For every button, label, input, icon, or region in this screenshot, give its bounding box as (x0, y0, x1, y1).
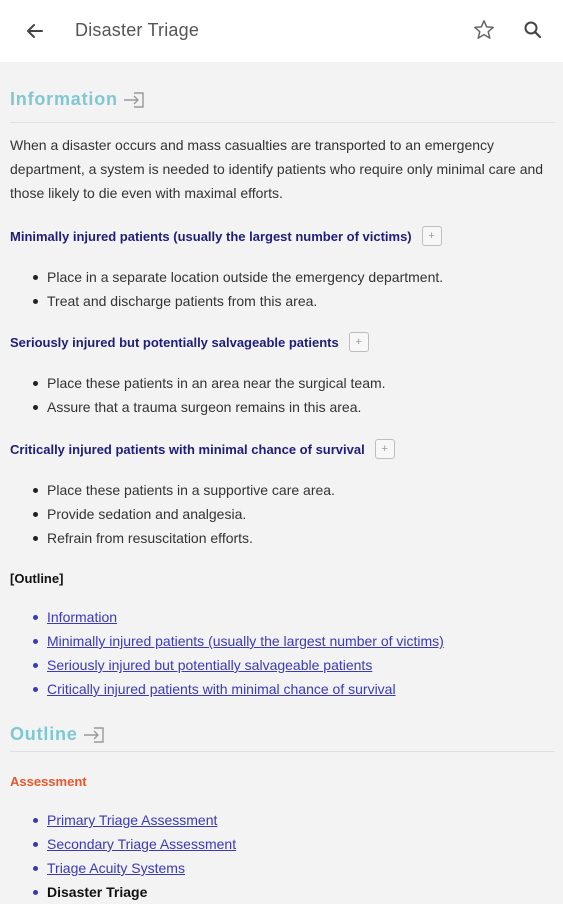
list-item: Primary Triage Assessment (10, 808, 236, 832)
favorite-button[interactable] (471, 17, 497, 43)
subheading-seriously-injured: Seriously injured but potentially salvag… (10, 332, 369, 352)
section-heading-label: Information (10, 89, 118, 109)
expand-button[interactable]: + (421, 226, 442, 246)
jump-icon (83, 726, 104, 743)
search-icon (524, 21, 542, 39)
outline-label: [Outline] (10, 571, 64, 586)
app-bar: Disaster Triage (0, 0, 563, 62)
bullet-list: Place these patients in a supportive car… (10, 478, 335, 550)
subheading-label: Critically injured patients with minimal… (10, 441, 365, 457)
list-item: Treat and discharge patients from this a… (10, 289, 443, 313)
outline-link-seriously-injured[interactable]: Seriously injured but potentially salvag… (47, 657, 372, 673)
subheading-label: Minimally injured patients (usually the … (10, 228, 412, 244)
list-item: Assure that a trauma surgeon remains in … (10, 395, 386, 419)
section-heading-label: Outline (10, 724, 78, 744)
jump-to-outline-button[interactable] (82, 725, 108, 745)
list-item: Place these patients in a supportive car… (10, 478, 335, 502)
expand-button[interactable]: + (348, 332, 369, 352)
subheading-minimally-injured: Minimally injured patients (usually the … (10, 226, 442, 246)
list-item: Provide sedation and analgesia. (10, 502, 335, 526)
list-item: Seriously injured but potentially salvag… (10, 653, 444, 677)
search-button[interactable] (520, 17, 546, 43)
outline-link-information[interactable]: Information (47, 609, 117, 625)
list-item: Critically injured patients with minimal… (10, 677, 444, 701)
list-item: Minimally injured patients (usually the … (10, 629, 444, 653)
divider (10, 122, 555, 123)
back-button[interactable] (22, 18, 48, 44)
list-item: Place these patients in an area near the… (10, 371, 386, 395)
list-item: Secondary Triage Assessment (10, 832, 236, 856)
plus-icon: + (355, 336, 362, 348)
plus-icon: + (428, 230, 435, 242)
divider (10, 751, 555, 752)
subheading-critically-injured: Critically injured patients with minimal… (10, 439, 395, 459)
list-item: Triage Acuity Systems (10, 856, 236, 880)
topic-link-triage-acuity[interactable]: Triage Acuity Systems (47, 860, 185, 876)
jump-icon (123, 91, 144, 108)
plus-icon: + (381, 443, 388, 455)
outline-link-minimally-injured[interactable]: Minimally injured patients (usually the … (47, 633, 444, 649)
intro-paragraph: When a disaster occurs and mass casualti… (10, 137, 544, 201)
section-heading-outline: Outline (10, 724, 108, 745)
list-item: Place in a separate location outside the… (10, 265, 443, 289)
star-outline-icon (474, 20, 494, 39)
section-heading-information: Information (10, 89, 148, 110)
arrow-left-icon (27, 24, 43, 38)
list-item: Refrain from resuscitation efforts. (10, 526, 335, 550)
outline-link-list: Information Minimally injured patients (… (10, 605, 444, 701)
category-label: Assessment (10, 774, 87, 789)
bullet-list: Place these patients in an area near the… (10, 371, 386, 419)
jump-to-outline-button[interactable] (122, 90, 148, 110)
bullet-list: Place in a separate location outside the… (10, 265, 443, 313)
topic-link-secondary-triage[interactable]: Secondary Triage Assessment (47, 836, 236, 852)
subheading-label: Seriously injured but potentially salvag… (10, 334, 339, 350)
expand-button[interactable]: + (374, 439, 395, 459)
page-title: Disaster Triage (75, 20, 200, 40)
list-item: Information (10, 605, 444, 629)
outline-link-critically-injured[interactable]: Critically injured patients with minimal… (47, 681, 396, 697)
topic-link-primary-triage[interactable]: Primary Triage Assessment (47, 812, 217, 828)
current-topic: Disaster Triage (10, 880, 236, 904)
topic-list: Primary Triage Assessment Secondary Tria… (10, 808, 236, 904)
